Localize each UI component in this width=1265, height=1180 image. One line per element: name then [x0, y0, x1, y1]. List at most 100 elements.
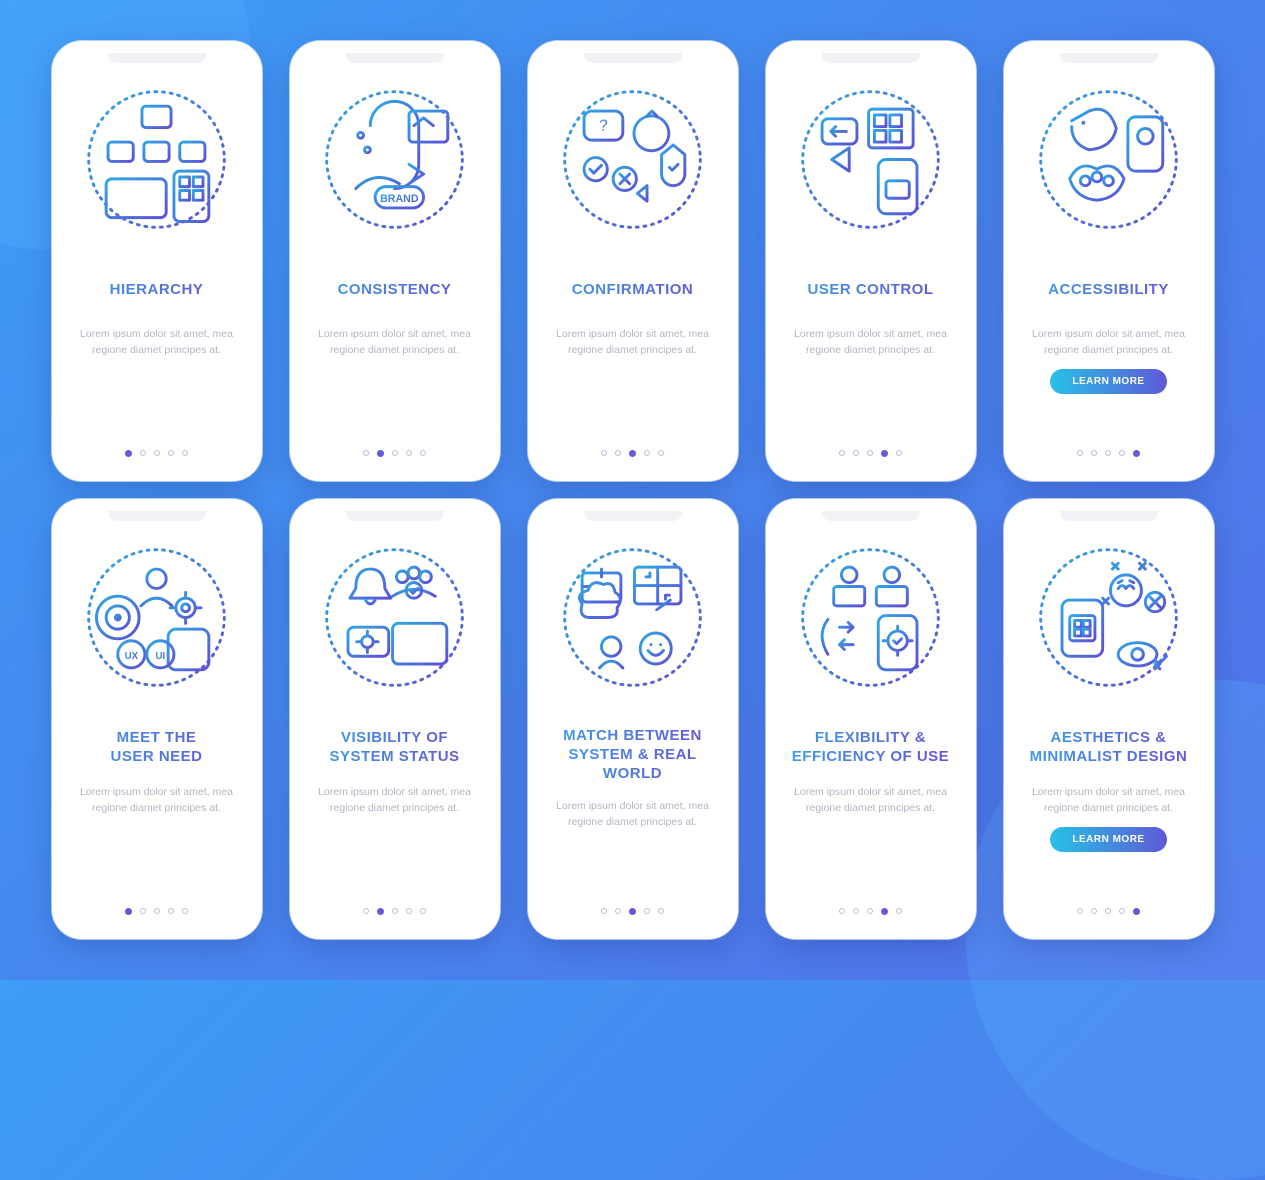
screen-body: Lorem ipsum dolor sit amet, mea regione … [70, 327, 244, 359]
page-dot[interactable] [1119, 908, 1125, 914]
page-dot[interactable] [1091, 908, 1097, 914]
page-dot[interactable] [881, 908, 888, 915]
svg-text:UI: UI [156, 651, 166, 662]
onboarding-screen: USER CONTROL Lorem ipsum dolor sit amet, … [766, 41, 976, 481]
page-dot[interactable] [406, 450, 412, 456]
screen-body: Lorem ipsum dolor sit amet, mea regione … [1022, 785, 1196, 817]
page-indicator [784, 894, 958, 915]
page-dot[interactable] [1077, 908, 1083, 914]
screen-title: CONSISTENCY [308, 269, 482, 311]
page-dot[interactable] [1077, 450, 1083, 456]
user-need-icon: UX UI [70, 527, 244, 707]
page-dot[interactable] [629, 450, 636, 457]
page-dot[interactable] [377, 450, 384, 457]
page-dot[interactable] [168, 450, 174, 456]
screen-title: MEET THE USER NEED [70, 727, 244, 769]
onboarding-screen: AESTHETICS & MINIMALIST DESIGN Lorem ipsu… [1004, 499, 1214, 939]
page-dot[interactable] [881, 450, 888, 457]
page-dot[interactable] [658, 908, 664, 914]
learn-more-button[interactable]: LEARN MORE [1050, 827, 1166, 852]
screen-body: Lorem ipsum dolor sit amet, mea regione … [308, 785, 482, 817]
screen-title: ACCESSIBILITY [1022, 269, 1196, 311]
screen-body: Lorem ipsum dolor sit amet, mea regione … [70, 785, 244, 817]
screen-title: VISIBILITY OF SYSTEM STATUS [308, 727, 482, 769]
onboarding-screen: UX UI MEET THE USER NEED Lorem ipsum dolor … [52, 499, 262, 939]
page-indicator [308, 436, 482, 457]
onboarding-screen: ?CONFIRMATIONLorem ipsum dolor sit amet,… [528, 41, 738, 481]
screen-body: Lorem ipsum dolor sit amet, mea regione … [308, 327, 482, 359]
svg-text:BRAND: BRAND [380, 193, 419, 205]
page-dot[interactable] [629, 908, 636, 915]
flexibility-icon [784, 527, 958, 707]
screen-body: Lorem ipsum dolor sit amet, mea regione … [784, 327, 958, 359]
page-dot[interactable] [601, 450, 607, 456]
page-dot[interactable] [615, 908, 621, 914]
screen-body: Lorem ipsum dolor sit amet, mea regione … [784, 785, 958, 817]
screen-body: Lorem ipsum dolor sit amet, mea regione … [1022, 327, 1196, 359]
learn-more-button[interactable]: LEARN MORE [1050, 369, 1166, 394]
page-dot[interactable] [420, 908, 426, 914]
hierarchy-icon [70, 69, 244, 249]
page-dot[interactable] [125, 450, 132, 457]
screen-body: Lorem ipsum dolor sit amet, mea regione … [546, 327, 720, 359]
onboarding-screen: MATCH BETWEEN SYSTEM & REAL WORLD Lorem i… [528, 499, 738, 939]
page-dot[interactable] [363, 450, 369, 456]
page-dot[interactable] [363, 908, 369, 914]
svg-text:UX: UX [125, 651, 139, 662]
page-dot[interactable] [644, 908, 650, 914]
page-dot[interactable] [896, 450, 902, 456]
onboarding-screen: HIERARCHY Lorem ipsum dolor sit amet, mea… [52, 41, 262, 481]
page-dot[interactable] [182, 908, 188, 914]
page-dot[interactable] [420, 450, 426, 456]
page-dot[interactable] [1105, 450, 1111, 456]
screen-title: AESTHETICS & MINIMALIST DESIGN [1022, 727, 1196, 769]
page-dot[interactable] [168, 908, 174, 914]
visibility-icon [308, 527, 482, 707]
screen-body: Lorem ipsum dolor sit amet, mea regione … [546, 799, 720, 831]
onboarding-screen: ACCESSIBILITY Lorem ipsum dolor sit amet,… [1004, 41, 1214, 481]
page-dot[interactable] [615, 450, 621, 456]
page-dot[interactable] [839, 908, 845, 914]
page-dot[interactable] [867, 908, 873, 914]
page-dot[interactable] [1133, 908, 1140, 915]
page-indicator [784, 436, 958, 457]
match-icon [546, 527, 720, 707]
page-dot[interactable] [392, 450, 398, 456]
page-indicator [546, 436, 720, 457]
screen-title: HIERARCHY [70, 269, 244, 311]
page-dot[interactable] [853, 450, 859, 456]
page-dot[interactable] [1119, 450, 1125, 456]
page-dot[interactable] [644, 450, 650, 456]
page-dot[interactable] [182, 450, 188, 456]
consistency-icon: BRAND [308, 69, 482, 249]
accessibility-icon [1022, 69, 1196, 249]
page-dot[interactable] [853, 908, 859, 914]
page-indicator [70, 436, 244, 457]
page-indicator [70, 894, 244, 915]
page-dot[interactable] [140, 908, 146, 914]
user-control-icon [784, 69, 958, 249]
confirmation-icon: ? [546, 69, 720, 249]
aesthetics-icon [1022, 527, 1196, 707]
page-dot[interactable] [896, 908, 902, 914]
page-dot[interactable] [406, 908, 412, 914]
page-dot[interactable] [377, 908, 384, 915]
page-dot[interactable] [1133, 450, 1140, 457]
page-dot[interactable] [1105, 908, 1111, 914]
page-dot[interactable] [1091, 450, 1097, 456]
page-dot[interactable] [867, 450, 873, 456]
page-dot[interactable] [140, 450, 146, 456]
page-dot[interactable] [601, 908, 607, 914]
screen-title: MATCH BETWEEN SYSTEM & REAL WORLD [546, 727, 720, 783]
page-dot[interactable] [392, 908, 398, 914]
screen-title: FLEXIBILITY & EFFICIENCY OF USE [784, 727, 958, 769]
page-dot[interactable] [154, 908, 160, 914]
page-indicator [1022, 436, 1196, 457]
page-dot[interactable] [154, 450, 160, 456]
page-indicator [308, 894, 482, 915]
page-dot[interactable] [839, 450, 845, 456]
screen-title: USER CONTROL [784, 269, 958, 311]
page-dot[interactable] [658, 450, 664, 456]
page-dot[interactable] [125, 908, 132, 915]
onboarding-screen: FLEXIBILITY & EFFICIENCY OF USE Lorem ips… [766, 499, 976, 939]
